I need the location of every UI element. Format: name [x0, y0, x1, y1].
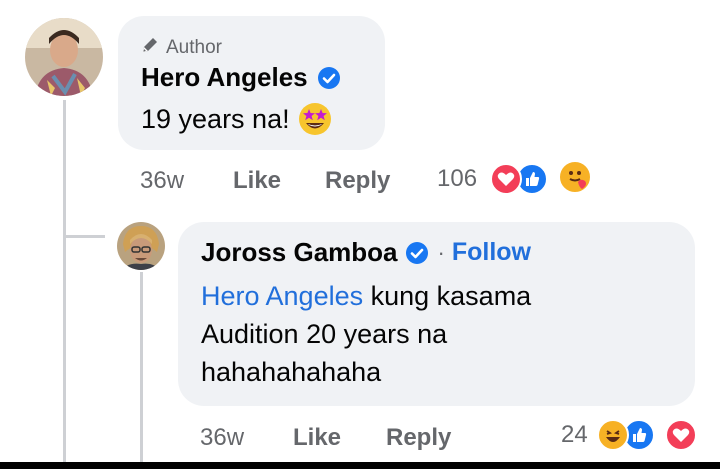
comment-time[interactable]: 36w — [200, 424, 244, 452]
love-reaction-icon — [665, 419, 697, 451]
star-struck-emoji-icon — [298, 102, 332, 136]
verified-badge-icon — [318, 67, 341, 89]
comment-author-joross-gamboa: Joross Gamboa · Follow — [201, 237, 531, 268]
love-reaction-icon — [490, 163, 522, 195]
reply-button[interactable]: Reply — [386, 424, 451, 452]
mention-hero-angeles[interactable]: Hero Angeles — [201, 281, 363, 311]
thread-line-curve — [63, 235, 105, 238]
author-label: Author — [166, 37, 222, 58]
comment-author-hero-angeles: Hero Angeles — [141, 62, 341, 93]
comment-text: Hero Angeles kung kasama Audition 20 yea… — [201, 281, 532, 387]
reply-button[interactable]: Reply — [325, 167, 390, 195]
like-button[interactable]: Like — [293, 424, 341, 452]
separator-dot: · — [437, 239, 445, 265]
comment-time[interactable]: 36w — [140, 167, 184, 195]
reaction-count[interactable]: 24 — [561, 421, 588, 449]
care-reaction-icon — [558, 160, 592, 194]
verified-badge-icon — [405, 241, 428, 264]
follow-button[interactable]: Follow — [452, 238, 531, 267]
reaction-count[interactable]: 106 — [437, 165, 477, 193]
haha-reaction-icon — [597, 419, 629, 451]
reply-thread-line — [140, 272, 143, 465]
like-button[interactable]: Like — [233, 167, 281, 195]
thread-line-vertical — [63, 100, 66, 240]
comment-text: 19 years na! — [141, 100, 332, 138]
avatar-joross-gamboa[interactable] — [117, 222, 165, 270]
avatar-hero-angeles[interactable] — [25, 18, 103, 96]
thread-line-vertical-lower — [63, 240, 66, 465]
commenter-name[interactable]: Joross Gamboa — [201, 237, 398, 268]
commenter-name[interactable]: Hero Angeles — [141, 62, 308, 92]
pencil-icon — [141, 36, 159, 60]
author-tag: Author — [141, 36, 222, 60]
bottom-edge — [0, 462, 720, 469]
